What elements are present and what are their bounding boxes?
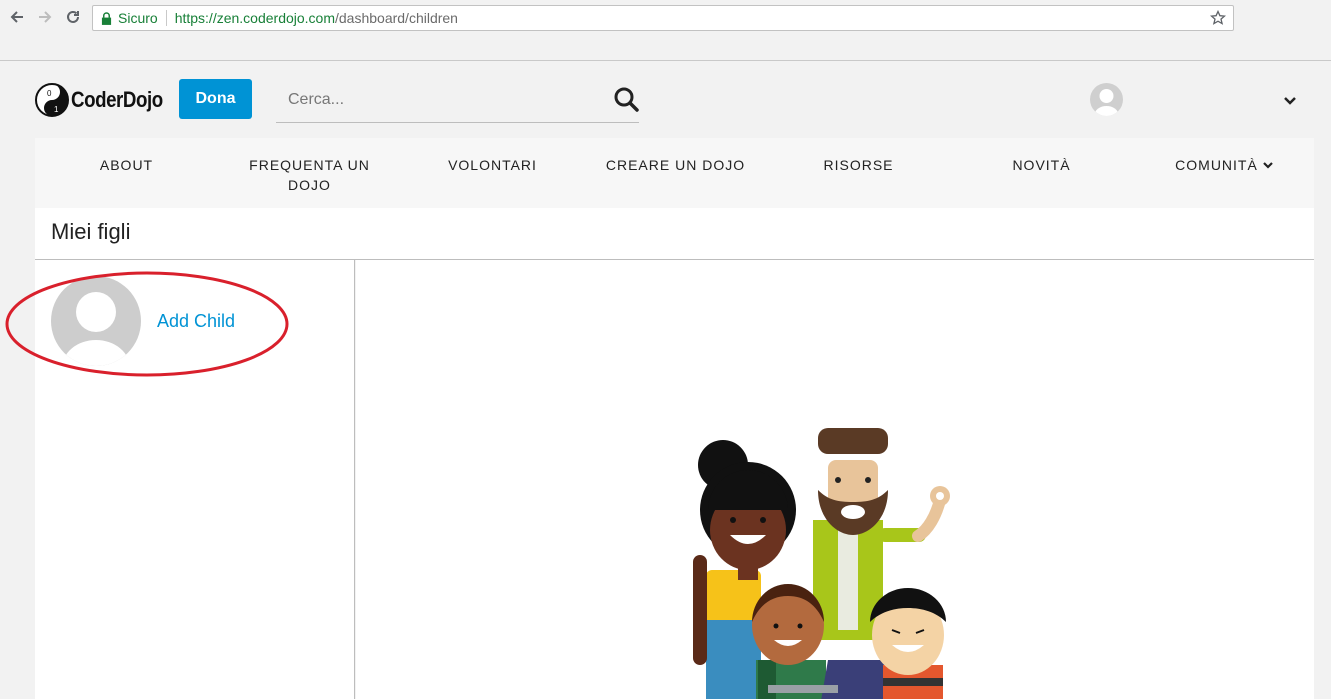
bookmark-star-icon[interactable] xyxy=(1210,10,1226,26)
main-content xyxy=(356,260,1314,699)
site-header: 0 1 CoderDojo Dona xyxy=(0,62,1331,138)
address-bar[interactable]: Sicuro https://zen.coderdojo.com/dashboa… xyxy=(92,5,1234,31)
forward-icon[interactable] xyxy=(34,6,56,28)
address-divider xyxy=(165,10,167,26)
logo-text: CoderDojo xyxy=(71,87,163,112)
back-icon[interactable] xyxy=(6,6,28,28)
search-box xyxy=(276,80,639,123)
svg-text:1: 1 xyxy=(54,105,59,114)
nav-item-label: FREQUENTA UN DOJO xyxy=(249,157,370,193)
chevron-down-icon[interactable] xyxy=(1282,92,1298,108)
coderdojo-logo[interactable]: 0 1 CoderDojo xyxy=(35,82,179,118)
url-path: /dashboard/children xyxy=(335,10,458,26)
yin-yang-logo-icon: 0 1 xyxy=(35,83,69,117)
svg-text:0: 0 xyxy=(47,89,52,98)
nav-item-frequenta-un-dojo[interactable]: FREQUENTA UN DOJO xyxy=(218,138,401,208)
page: 0 1 CoderDojo Dona ABOUT FREQUENTA UN DO… xyxy=(0,62,1331,699)
children-sidebar: Add Child xyxy=(35,260,355,699)
donate-button[interactable]: Dona xyxy=(179,79,252,119)
search-input[interactable] xyxy=(288,88,588,112)
community-illustration xyxy=(693,428,950,699)
nav-item-comunita[interactable]: COMUNITÀ xyxy=(1133,138,1316,208)
main-navigation: ABOUT FREQUENTA UN DOJO VOLONTARI CREARE… xyxy=(35,138,1314,208)
page-title: Miei figli xyxy=(51,219,131,244)
nav-item-label: COMUNITÀ xyxy=(1175,157,1258,173)
nav-item-creare-un-dojo[interactable]: CREARE UN DOJO xyxy=(584,138,767,208)
nav-item-risorse[interactable]: RISORSE xyxy=(767,138,950,208)
user-avatar[interactable] xyxy=(1090,83,1123,116)
reload-icon[interactable] xyxy=(62,6,84,28)
child-avatar-placeholder xyxy=(51,276,141,366)
nav-item-volontari[interactable]: VOLONTARI xyxy=(401,138,584,208)
nav-item-about[interactable]: ABOUT xyxy=(35,138,218,208)
secure-label: Sicuro xyxy=(118,10,158,26)
browser-toolbar: Sicuro https://zen.coderdojo.com/dashboa… xyxy=(0,0,1331,61)
lock-icon xyxy=(101,11,113,25)
url-host: https://zen.coderdojo.com xyxy=(174,10,335,26)
chevron-down-icon xyxy=(1263,162,1273,169)
page-title-bar: Miei figli xyxy=(35,208,1314,260)
search-icon[interactable] xyxy=(613,86,639,112)
add-child-item[interactable]: Add Child xyxy=(51,276,311,366)
nav-item-novita[interactable]: NOVITÀ xyxy=(950,138,1133,208)
add-child-link[interactable]: Add Child xyxy=(157,311,235,332)
